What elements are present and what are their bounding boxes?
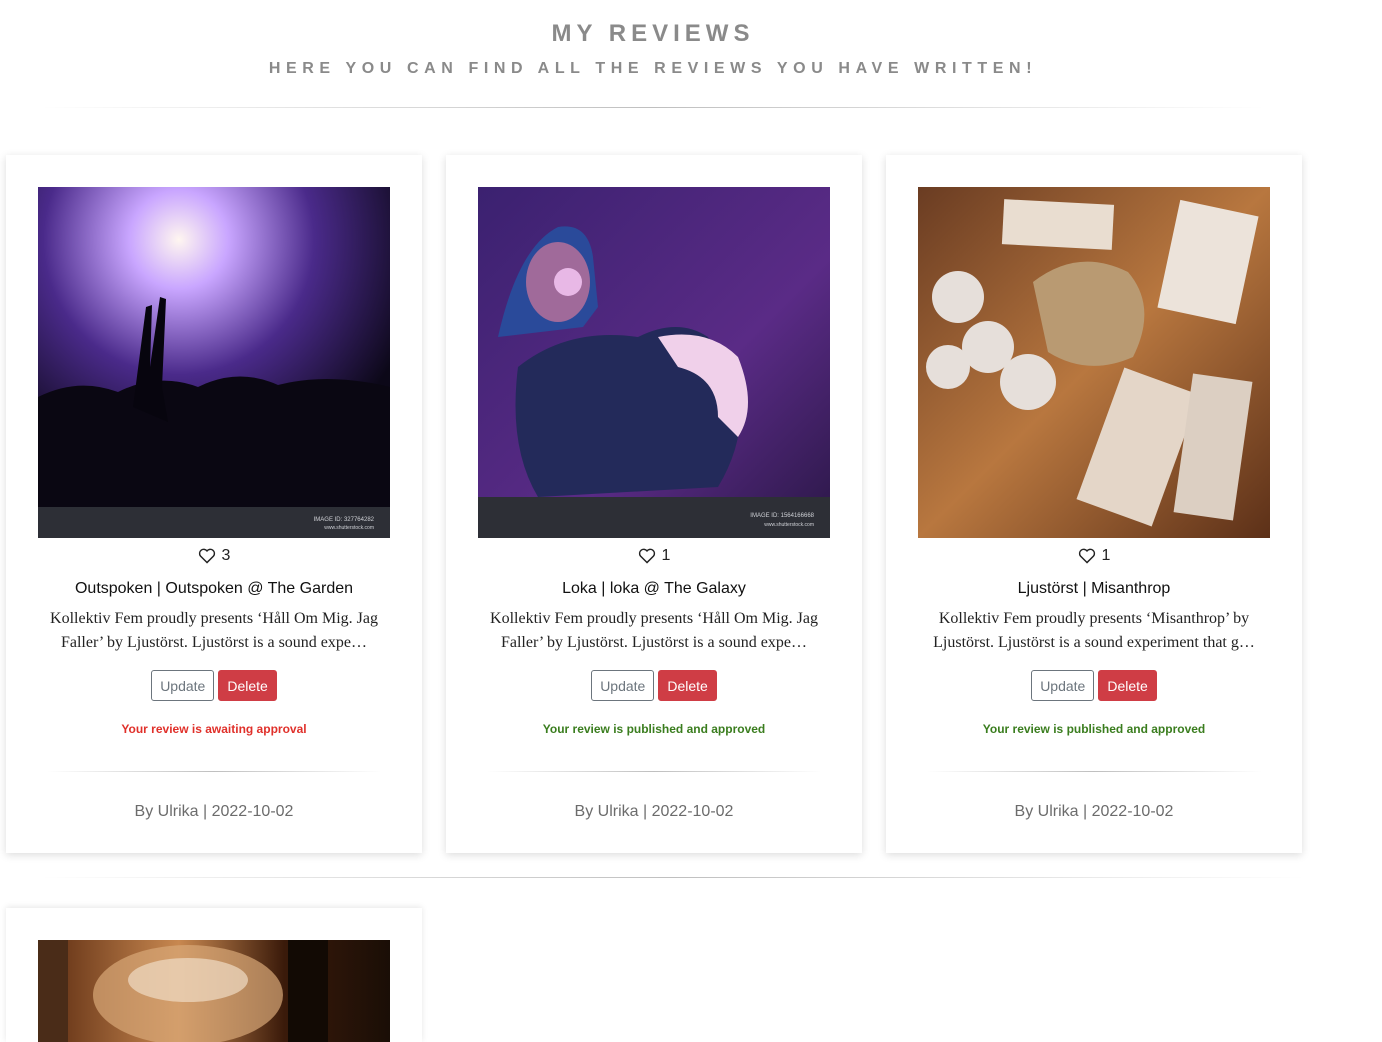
likes-count: 1 (1101, 547, 1111, 564)
review-status: Your review is awaiting approval (121, 722, 307, 736)
delete-button[interactable]: Delete (218, 670, 277, 701)
card-divider (486, 771, 822, 772)
likes-count: 3 (221, 547, 231, 564)
review-title: Loka | loka @ The Galaxy (562, 580, 746, 597)
review-status: Your review is published and approved (982, 722, 1206, 736)
likes-counter: 1 (886, 547, 1302, 565)
review-image-glass (38, 940, 390, 1042)
review-card: IMAGE ID: 327764282 www.shutterstock.com… (6, 155, 422, 853)
review-excerpt: Kollektiv Fem proudly presents ‘Misanthr… (933, 610, 1255, 651)
review-byline: By Ulrika | 2022-10-02 (574, 803, 734, 820)
page-title: MY REVIEWS (551, 20, 755, 47)
update-button[interactable]: Update (591, 670, 655, 701)
svg-text:IMAGE ID: 327764282: IMAGE ID: 327764282 (314, 517, 375, 523)
heart-icon[interactable] (638, 548, 656, 564)
review-card (6, 908, 422, 1042)
heart-icon[interactable] (198, 548, 216, 564)
svg-text:IMAGE ID: 1564166668: IMAGE ID: 1564166668 (750, 513, 814, 519)
header-divider (40, 107, 1266, 108)
page-subtitle: HERE YOU CAN FIND ALL THE REVIEWS YOU HA… (268, 60, 1038, 77)
review-actions: Update Delete (446, 670, 862, 701)
review-title: Outspoken | Outspoken @ The Garden (74, 580, 354, 597)
svg-text:www.shutterstock.com: www.shutterstock.com (764, 522, 814, 528)
card-divider (46, 771, 382, 772)
heart-icon[interactable] (1078, 548, 1096, 564)
delete-button[interactable]: Delete (658, 670, 717, 701)
review-actions: Update Delete (886, 670, 1302, 701)
review-image-concert: IMAGE ID: 327764282 www.shutterstock.com (38, 187, 390, 538)
review-image-dj: IMAGE ID: 1564166668 www.shutterstock.co… (478, 187, 830, 538)
review-image-cassettes (918, 187, 1270, 538)
review-title: Ljustörst | Misanthrop (1017, 580, 1171, 597)
likes-counter: 1 (446, 547, 862, 565)
review-card: IMAGE ID: 1564166668 www.shutterstock.co… (446, 155, 862, 853)
likes-counter: 3 (6, 547, 422, 565)
review-byline: By Ulrika | 2022-10-02 (1014, 803, 1174, 820)
review-actions: Update Delete (6, 670, 422, 701)
review-excerpt: Kollektiv Fem proudly presents ‘Håll Om … (50, 610, 378, 651)
row-divider (40, 877, 1306, 878)
review-byline: By Ulrika | 2022-10-02 (134, 803, 294, 820)
delete-button[interactable]: Delete (1098, 670, 1157, 701)
review-card: 1 Ljustörst | Misanthrop Kollektiv Fem p… (886, 155, 1302, 853)
card-divider (926, 771, 1262, 772)
svg-text:www.shutterstock.com: www.shutterstock.com (324, 525, 374, 531)
likes-count: 1 (661, 547, 671, 564)
update-button[interactable]: Update (151, 670, 215, 701)
update-button[interactable]: Update (1031, 670, 1095, 701)
review-status: Your review is published and approved (542, 722, 766, 736)
review-excerpt: Kollektiv Fem proudly presents ‘Håll Om … (490, 610, 818, 651)
